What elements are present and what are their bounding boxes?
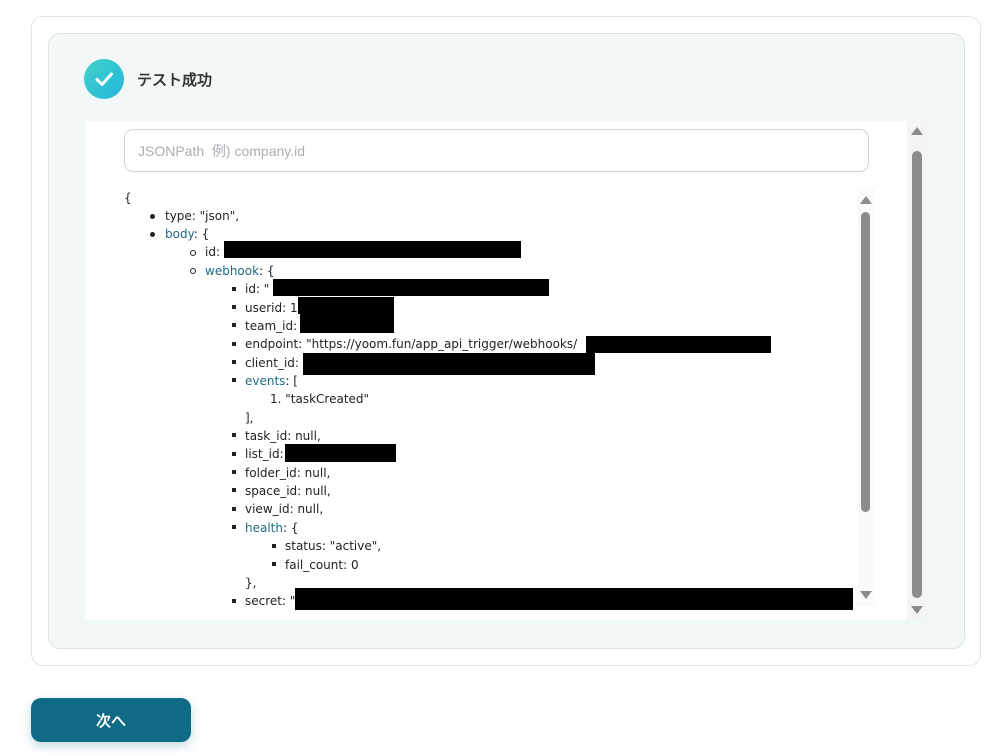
webhook-entry: webhook: { — [205, 262, 275, 280]
redacted-block — [303, 353, 595, 375]
check-mark-icon — [95, 72, 113, 86]
bullet-square — [232, 507, 236, 511]
redacted-block — [586, 336, 771, 353]
health-fail-count-entry: fail_count: 0 — [285, 558, 359, 572]
health-key-link[interactable]: health — [245, 521, 283, 535]
webhook-id-entry: id: " — [245, 282, 270, 296]
next-button[interactable]: 次へ — [31, 698, 191, 742]
webhook-open: : { — [259, 264, 275, 278]
endpoint-entry: endpoint: "https://yoom.fun/app_api_trig… — [245, 337, 578, 351]
json-tree: { type: "json", body: { id: webhook: { i… — [124, 188, 856, 612]
task-id-entry: task_id: null, — [245, 429, 321, 443]
check-circle-icon — [84, 59, 124, 99]
client-id-entry: client_id: — [245, 356, 299, 370]
events-close: ], — [245, 411, 254, 425]
inner-scroll-thumb[interactable] — [861, 212, 870, 512]
team-id-entry: team_id: — [245, 319, 298, 333]
body-id-entry: id: — [205, 243, 220, 261]
redacted-block — [295, 588, 853, 610]
bullet-square — [232, 287, 236, 291]
outer-scroll-thumb[interactable] — [912, 151, 922, 598]
scroll-down-arrow-icon[interactable] — [911, 606, 923, 614]
events-open: : [ — [285, 374, 298, 388]
redacted-block — [298, 297, 394, 314]
bullet-square — [232, 488, 236, 492]
bullet-disc — [150, 214, 155, 219]
json-open-brace: { — [124, 191, 132, 205]
bullet-square — [232, 323, 236, 327]
health-status-entry: status: "active", — [285, 539, 382, 553]
redacted-block — [224, 241, 521, 258]
bullet-square — [232, 360, 236, 364]
health-open: : { — [283, 521, 299, 535]
events-key-link[interactable]: events — [245, 374, 285, 388]
bullet-square — [232, 452, 236, 456]
space-id-entry: space_id: null, — [245, 484, 331, 498]
redacted-block — [273, 279, 549, 296]
scroll-up-arrow-icon[interactable] — [860, 196, 872, 204]
test-status: テスト成功 — [84, 59, 212, 99]
scroll-down-arrow-icon[interactable] — [860, 591, 872, 599]
bullet-square — [232, 342, 236, 346]
type-entry: type: "json", — [165, 209, 240, 223]
events-entry: events: [ — [245, 372, 298, 390]
bullet-square — [232, 305, 236, 309]
bullet-square — [232, 599, 236, 603]
secret-entry: secret: " — [245, 594, 296, 608]
list-id-entry: list_id: — [245, 447, 284, 461]
bullet-circle — [190, 250, 196, 256]
bullet-square — [272, 562, 276, 566]
body-id-label: id: — [205, 245, 220, 259]
folder-id-entry: folder_id: null, — [245, 466, 331, 480]
bullet-disc — [150, 232, 155, 237]
bullet-square — [232, 378, 236, 382]
view-id-entry: view_id: null, — [245, 502, 324, 516]
scroll-up-arrow-icon[interactable] — [911, 127, 923, 135]
redacted-block — [300, 314, 394, 333]
bullet-circle — [190, 268, 196, 274]
webhook-key-link[interactable]: webhook — [205, 264, 259, 278]
body-entry: body: { — [165, 225, 209, 243]
bullet-square — [232, 433, 236, 437]
status-text: テスト成功 — [137, 71, 213, 89]
redacted-block — [285, 444, 396, 462]
bullet-square — [232, 470, 236, 474]
bullet-square — [272, 544, 276, 548]
bullet-square — [232, 525, 236, 529]
userid-entry: userid: 1 — [245, 301, 298, 315]
body-key-link[interactable]: body — [165, 227, 194, 241]
jsonpath-search-input[interactable] — [124, 129, 869, 172]
health-entry: health: { — [245, 519, 299, 537]
body-open: : { — [193, 227, 210, 241]
inner-scrollbar[interactable] — [857, 188, 875, 606]
health-close: }, — [245, 576, 257, 590]
outer-scrollbar[interactable] — [907, 121, 927, 620]
events-item: 1. "taskCreated" — [270, 392, 370, 406]
